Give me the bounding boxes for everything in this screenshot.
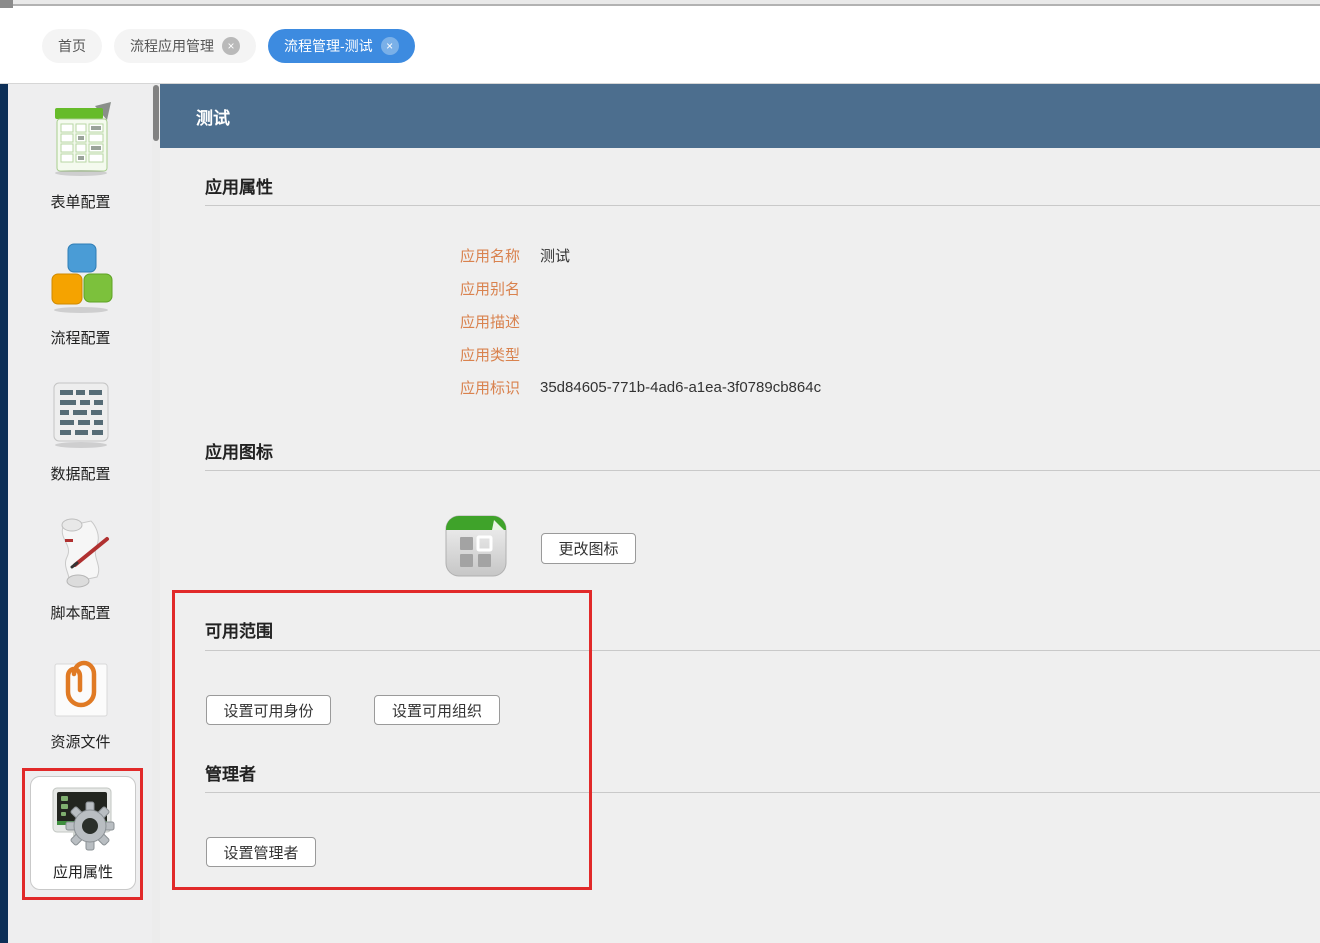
set-available-organization-button[interactable]: 设置可用组织 xyxy=(374,695,500,725)
tab-label: 流程应用管理 xyxy=(130,36,214,56)
script-scroll-icon xyxy=(45,513,117,596)
sidebar-item-process-config[interactable]: 流程配置 xyxy=(8,240,153,348)
section-title-app-icon: 应用图标 xyxy=(205,438,273,463)
sidebar-item-label: 资源文件 xyxy=(50,731,110,752)
set-admin-button[interactable]: 设置管理者 xyxy=(206,837,316,867)
field-label: 应用标识 xyxy=(160,377,520,398)
section-title-admin: 管理者 xyxy=(205,760,256,785)
sidebar-item-script-config[interactable]: 脚本配置 xyxy=(8,513,153,623)
sidebar-item-resource-files[interactable]: 资源文件 xyxy=(8,650,153,752)
field-row: 应用标识 35d84605-771b-4ad6-a1ea-3f0789cb864… xyxy=(160,371,1320,404)
tab-label: 流程管理-测试 xyxy=(284,36,373,56)
field-row: 应用别名 xyxy=(160,272,1320,305)
divider xyxy=(205,470,1320,471)
field-value: 35d84605-771b-4ad6-a1ea-3f0789cb864c xyxy=(540,379,821,396)
close-icon[interactable]: × xyxy=(222,37,240,55)
sidebar-scrollbar[interactable] xyxy=(152,84,160,943)
content-header: 测试 xyxy=(160,84,1320,148)
section-title-properties: 应用属性 xyxy=(205,173,273,198)
process-cubes-icon xyxy=(45,240,117,321)
window-top-edge xyxy=(0,0,1320,6)
paperclip-icon xyxy=(48,650,114,725)
tab-process-app-management[interactable]: 流程应用管理 × xyxy=(114,29,256,63)
tab-bar: 首页 流程应用管理 × 流程管理-测试 × xyxy=(0,8,1320,84)
field-row: 应用描述 xyxy=(160,305,1320,338)
app-properties-icon xyxy=(43,784,123,859)
field-row: 应用名称 测试 xyxy=(160,239,1320,272)
close-icon[interactable]: × xyxy=(381,37,399,55)
field-label: 应用描述 xyxy=(160,311,520,332)
green-grid-app-icon xyxy=(445,515,507,577)
sidebar-item-form-config[interactable]: 表单配置 xyxy=(8,100,153,212)
sidebar-item-data-config[interactable]: 数据配置 xyxy=(8,378,153,484)
divider xyxy=(205,650,1320,651)
tab-home[interactable]: 首页 xyxy=(42,29,102,63)
sidebar-item-app-properties[interactable]: 应用属性 xyxy=(30,776,136,890)
data-list-icon xyxy=(45,378,117,457)
left-rail xyxy=(0,84,8,943)
window-top-edge-corner xyxy=(0,0,13,8)
sidebar-item-label: 脚本配置 xyxy=(50,602,110,623)
sidebar-item-label: 数据配置 xyxy=(50,463,110,484)
scrollbar-thumb[interactable] xyxy=(153,85,159,141)
form-table-icon xyxy=(45,100,117,185)
field-label: 应用名称 xyxy=(160,245,520,266)
set-available-identity-button[interactable]: 设置可用身份 xyxy=(206,695,331,725)
sidebar-item-label: 应用属性 xyxy=(53,861,113,882)
field-row: 应用类型 xyxy=(160,338,1320,371)
main-content: 测试 应用属性 应用名称 测试 应用别名 应用描述 应用类型 应用标识 35d8… xyxy=(160,84,1320,943)
field-value: 测试 xyxy=(540,245,570,266)
tab-process-management-test[interactable]: 流程管理-测试 × xyxy=(268,29,415,63)
page-title: 测试 xyxy=(196,104,230,129)
divider xyxy=(205,792,1320,793)
field-label: 应用类型 xyxy=(160,344,520,365)
tab-home-label: 首页 xyxy=(58,36,86,56)
sidebar-item-label: 表单配置 xyxy=(50,191,110,212)
field-label: 应用别名 xyxy=(160,278,520,299)
sidebar-item-label: 流程配置 xyxy=(50,327,110,348)
change-icon-button[interactable]: 更改图标 xyxy=(541,533,636,564)
divider xyxy=(205,205,1320,206)
section-title-scope: 可用范围 xyxy=(205,617,273,642)
properties-fields: 应用名称 测试 应用别名 应用描述 应用类型 应用标识 35d84605-771… xyxy=(160,239,1320,404)
sidebar: 表单配置 流程配置 xyxy=(8,84,153,943)
